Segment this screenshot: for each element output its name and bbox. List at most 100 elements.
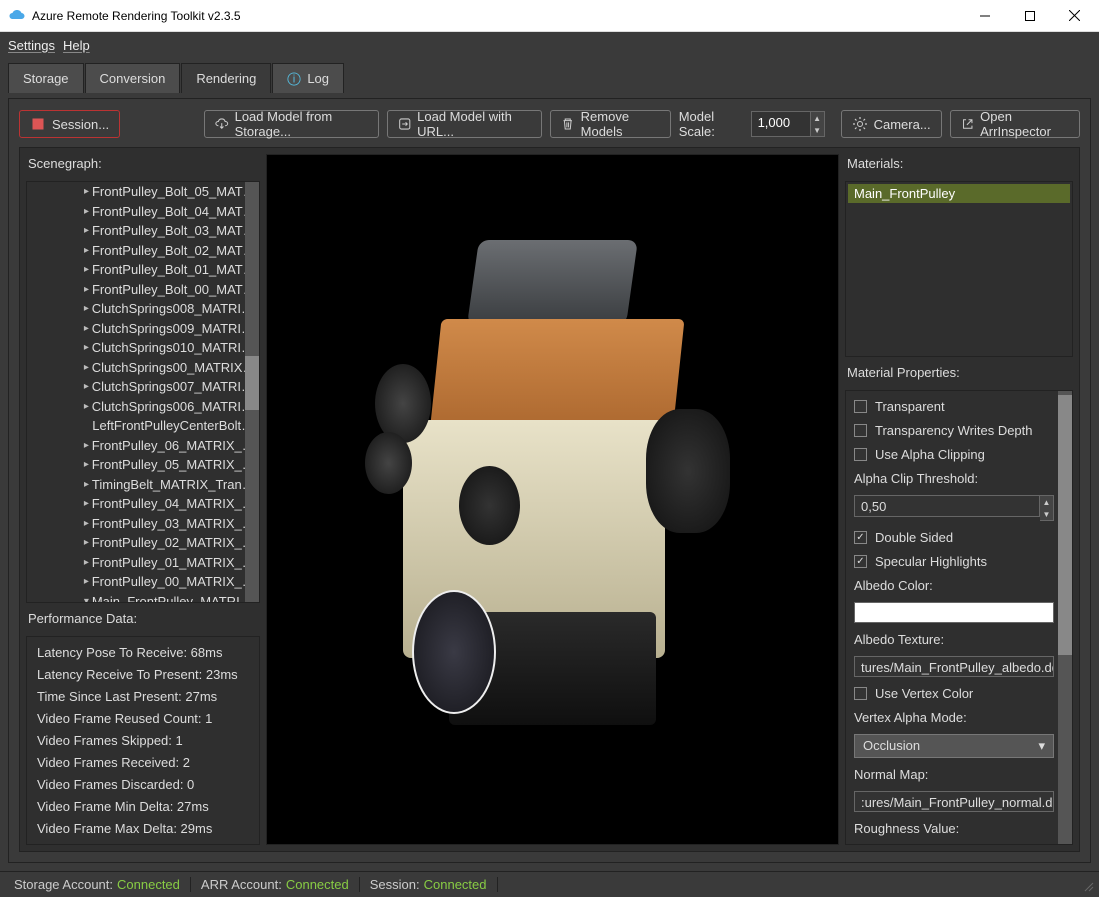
chevron-down-icon: ▾ (1038, 738, 1045, 754)
act-input[interactable]: 0,50 (854, 495, 1040, 517)
tab-log[interactable]: i Log (272, 63, 344, 93)
albedo-color-label: Albedo Color: (854, 578, 1054, 593)
material-item-selected[interactable]: Main_FrontPulley (848, 184, 1070, 203)
vertex-color-checkbox[interactable] (854, 687, 867, 700)
scale-up[interactable]: ▲ (811, 112, 824, 124)
window-title: Azure Remote Rendering Toolkit v2.3.5 (32, 9, 962, 23)
tree-row[interactable]: ▾Main_FrontPulley_MATRIX_Tr... (27, 592, 259, 603)
storage-status: Connected (117, 877, 180, 892)
tree-row[interactable]: ▸ClutchSprings008_MATRIX_Tr... (27, 299, 259, 319)
expand-arrow-icon[interactable]: ▸ (81, 225, 92, 236)
menubar: Settings Help (0, 32, 1099, 58)
tree-row[interactable]: ▸ClutchSprings00_MATRIX_Tra... (27, 358, 259, 378)
menu-help[interactable]: Help (63, 38, 90, 53)
stop-icon (30, 116, 46, 132)
expand-arrow-icon[interactable]: ▸ (81, 459, 92, 470)
tree-row[interactable]: ▸FrontPulley_00_MATRIX_Tran... (27, 572, 259, 592)
tree-row[interactable]: ▸FrontPulley_02_MATRIX_Tran... (27, 533, 259, 553)
link-icon (398, 116, 412, 132)
close-button[interactable] (1052, 1, 1097, 31)
expand-arrow-icon[interactable]: ▸ (81, 303, 92, 314)
vam-select[interactable]: Occlusion▾ (854, 734, 1054, 758)
expand-arrow-icon[interactable]: ▸ (81, 264, 92, 275)
tree-row[interactable]: ▸ClutchSprings009_MATRIX_Tr... (27, 319, 259, 339)
tree-row[interactable]: ▸FrontPulley_06_MATRIX_Tran... (27, 436, 259, 456)
expand-arrow-icon[interactable]: ▸ (81, 342, 92, 353)
expand-arrow-icon[interactable]: ▸ (81, 186, 92, 197)
perf-row: Video Frame Max Delta: 29ms (37, 821, 249, 836)
albedo-tex-input[interactable]: tures/Main_FrontPulley_albedo.dds (854, 656, 1054, 677)
engine-model (318, 217, 786, 782)
expand-arrow-icon[interactable]: ▸ (81, 401, 92, 412)
tree-row[interactable]: ▸ClutchSprings007_MATRIX_Tr... (27, 377, 259, 397)
tree-row[interactable]: ▸FrontPulley_Bolt_00_MATRIX... (27, 280, 259, 300)
tree-row[interactable]: ▸FrontPulley_04_MATRIX_Tran... (27, 494, 259, 514)
perf-row: Video Frames Received: 2 (37, 755, 249, 770)
expand-arrow-icon[interactable]: ▸ (81, 440, 92, 451)
menu-settings[interactable]: Settings (8, 38, 55, 53)
tree-row[interactable]: ▸FrontPulley_01_MATRIX_Tran... (27, 553, 259, 573)
albedo-tex-label: Albedo Texture: (854, 632, 1054, 647)
vam-label: Vertex Alpha Mode: (854, 710, 1054, 725)
expand-arrow-icon[interactable]: ▸ (81, 284, 92, 295)
tree-row[interactable]: ▸FrontPulley_05_MATRIX_Tran... (27, 455, 259, 475)
normal-input[interactable]: :ures/Main_FrontPulley_normal.dds (854, 791, 1054, 812)
expand-arrow-icon[interactable]: ▸ (81, 537, 92, 548)
expand-arrow-icon[interactable]: ▸ (81, 323, 92, 334)
perf-row: Latency Pose To Receive: 68ms (37, 645, 249, 660)
expand-arrow-icon[interactable]: ▸ (81, 576, 92, 587)
expand-arrow-icon[interactable]: ▾ (81, 596, 92, 602)
load-storage-button[interactable]: Load Model from Storage... (204, 110, 379, 138)
materials-label: Materials: (845, 154, 1073, 175)
tree-row[interactable]: ▸FrontPulley_Bolt_01_MATRIX... (27, 260, 259, 280)
props-scrollbar[interactable] (1058, 391, 1072, 844)
expand-arrow-icon[interactable]: ▸ (81, 381, 92, 392)
tree-row[interactable]: ▸FrontPulley_03_MATRIX_Tran... (27, 514, 259, 534)
gear-icon (852, 116, 868, 132)
session-button[interactable]: Session... (19, 110, 120, 138)
scale-down[interactable]: ▼ (811, 124, 824, 136)
resize-grip-icon[interactable] (1079, 877, 1095, 893)
expand-arrow-icon[interactable]: ▸ (81, 245, 92, 256)
tree-row[interactable]: ▸FrontPulley_Bolt_05_MATRIX... (27, 182, 259, 202)
albedo-color-swatch[interactable] (854, 602, 1054, 623)
tree-scrollbar[interactable] (245, 182, 259, 602)
scenegraph-tree[interactable]: ▸FrontPulley_Bolt_05_MATRIX...▸FrontPull… (26, 181, 260, 603)
svg-text:i: i (293, 73, 296, 85)
material-props-label: Material Properties: (845, 363, 1073, 384)
tree-row[interactable]: ▸ClutchSprings006_MATRIX_Tr... (27, 397, 259, 417)
render-viewport[interactable] (266, 154, 839, 845)
remove-models-button[interactable]: Remove Models (550, 110, 671, 138)
tree-row[interactable]: ▸TimingBelt_MATRIX_Translati... (27, 475, 259, 495)
transparent-checkbox[interactable] (854, 400, 867, 413)
expand-arrow-icon[interactable]: ▸ (81, 479, 92, 490)
open-inspector-button[interactable]: Open ArrInspector (950, 110, 1080, 138)
alpha-clip-checkbox[interactable] (854, 448, 867, 461)
scenegraph-label: Scenegraph: (26, 154, 260, 175)
tab-rendering[interactable]: Rendering (181, 63, 271, 93)
tab-storage[interactable]: Storage (8, 63, 84, 93)
specular-checkbox[interactable]: ✓ (854, 555, 867, 568)
expand-arrow-icon[interactable]: ▸ (81, 498, 92, 509)
expand-arrow-icon[interactable]: ▸ (81, 206, 92, 217)
camera-button[interactable]: Camera... (841, 110, 942, 138)
twd-checkbox[interactable] (854, 424, 867, 437)
tree-row[interactable]: ▸FrontPulley_Bolt_02_MATRIX... (27, 241, 259, 261)
double-sided-checkbox[interactable]: ✓ (854, 531, 867, 544)
perf-row: Video Frame Min Delta: 27ms (37, 799, 249, 814)
tree-row[interactable]: LeftFrontPulleyCenterBolt_M... (27, 416, 259, 436)
model-scale-input[interactable]: 1,000 (751, 111, 811, 137)
minimize-button[interactable] (962, 1, 1007, 31)
expand-arrow-icon[interactable]: ▸ (81, 518, 92, 529)
tree-row[interactable]: ▸FrontPulley_Bolt_04_MATRIX... (27, 202, 259, 222)
tab-conversion[interactable]: Conversion (85, 63, 181, 93)
expand-arrow-icon[interactable]: ▸ (81, 557, 92, 568)
tree-row[interactable]: ▸ClutchSprings010_MATRIX_Tr... (27, 338, 259, 358)
maximize-button[interactable] (1007, 1, 1052, 31)
window-titlebar: Azure Remote Rendering Toolkit v2.3.5 (0, 0, 1099, 32)
tree-row[interactable]: ▸FrontPulley_Bolt_03_MATRIX... (27, 221, 259, 241)
load-url-button[interactable]: Load Model with URL... (387, 110, 543, 138)
materials-list[interactable]: Main_FrontPulley (845, 181, 1073, 357)
expand-arrow-icon[interactable]: ▸ (81, 362, 92, 373)
performance-panel: Latency Pose To Receive: 68msLatency Rec… (26, 636, 260, 845)
